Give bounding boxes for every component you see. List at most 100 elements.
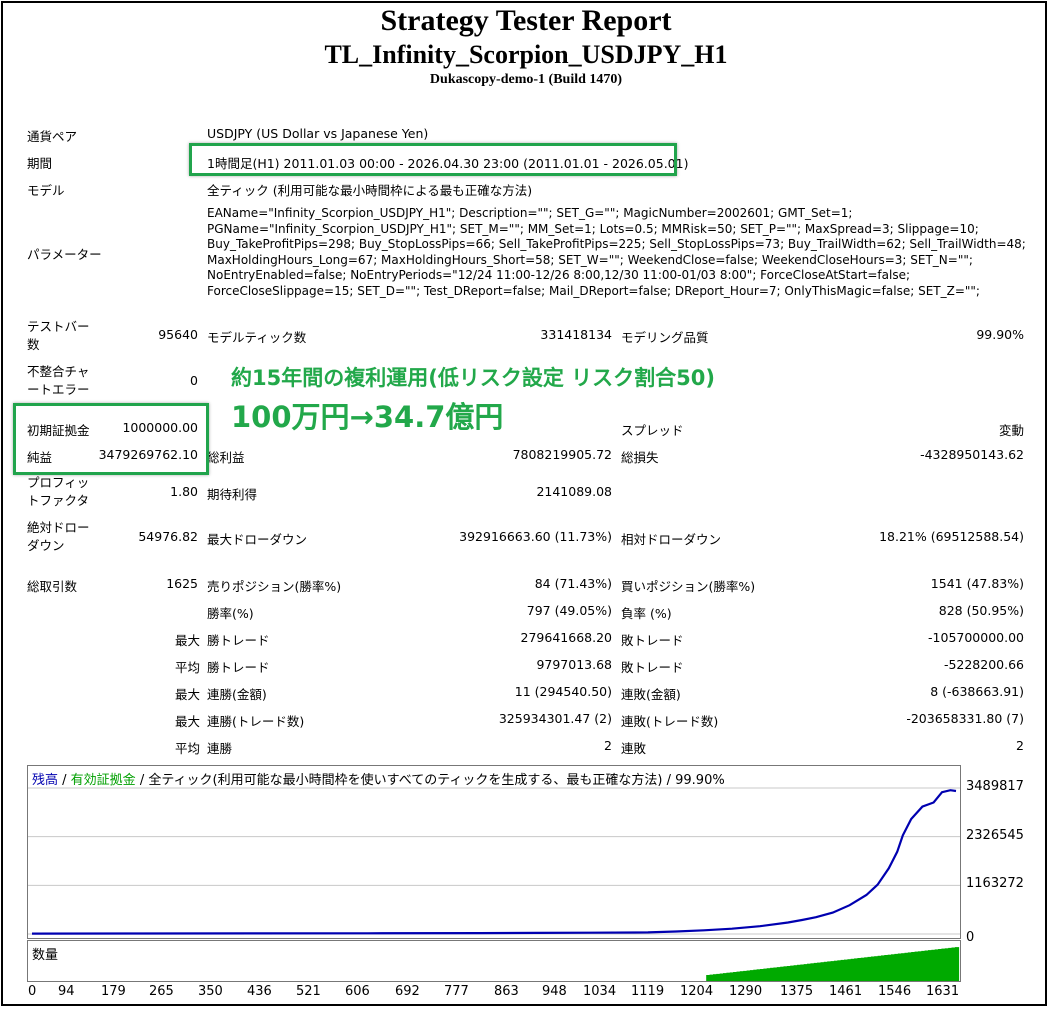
trades-value: 1625 bbox=[166, 576, 198, 591]
x-tick-label: 350 bbox=[198, 984, 223, 999]
volume-label: 数量 bbox=[32, 948, 59, 963]
y-tick-label: 1163272 bbox=[966, 876, 1024, 892]
max-win-value: 279641668.20 bbox=[520, 630, 612, 645]
volume-chart-svg bbox=[706, 947, 960, 981]
params-line: Buy_TakeProfitPips=298; Buy_StopLossPips… bbox=[207, 237, 1026, 251]
winrate-value: 797 (49.05%) bbox=[526, 603, 612, 618]
ticks-value: 331418134 bbox=[540, 327, 612, 342]
bars-label: テストバー 数 bbox=[27, 319, 90, 352]
max-dd-value: 392916663.60 (11.73%) bbox=[459, 529, 612, 544]
cons-win-amt-value: 11 (294540.50) bbox=[514, 684, 612, 699]
x-tick-label: 436 bbox=[247, 984, 272, 999]
max-loss-label: 敗トレード bbox=[621, 633, 684, 648]
cons-win-cnt-label: 連勝(トレード数) bbox=[207, 714, 305, 729]
x-tick-label: 1375 bbox=[780, 984, 814, 999]
rel-dd-value: 18.21% (69512588.54) bbox=[879, 529, 1024, 544]
quality-value: 99.90% bbox=[976, 327, 1024, 342]
quality-label: モデリング品質 bbox=[621, 330, 709, 345]
bars-value: 95640 bbox=[158, 327, 198, 342]
x-tick-label: 1461 bbox=[829, 984, 863, 999]
balance-chart-svg bbox=[28, 787, 960, 935]
x-tick-label: 692 bbox=[395, 984, 420, 999]
volume-chart: 数量 bbox=[27, 940, 961, 982]
model-label: モデル bbox=[27, 183, 65, 198]
x-tick-label: 606 bbox=[345, 984, 370, 999]
period-label: 期間 bbox=[27, 156, 53, 171]
pf-label: プロフィッ トファクタ bbox=[27, 475, 90, 508]
legend-equity: 有効証拠金 bbox=[70, 773, 136, 788]
long-label: 買いポジション(勝率%) bbox=[621, 579, 756, 594]
max-win-label: 勝トレード bbox=[207, 633, 270, 648]
params-line: EAName="Infinity_Scorpion_USDJPY_H1"; De… bbox=[207, 206, 853, 220]
max-loss-value: -105700000.00 bbox=[928, 630, 1024, 645]
winrate-label: 勝率(%) bbox=[207, 606, 254, 621]
params-line: PGName="Infinity_Scorpion_USDJPY_H1"; SE… bbox=[207, 221, 979, 236]
params-line: ForceCloseSlippage=15; SET_D=""; Test_DR… bbox=[207, 283, 980, 298]
avg-prefix: 平均 bbox=[174, 660, 200, 675]
cons-win-cnt-value: 325934301.47 (2) bbox=[498, 711, 612, 726]
avg-cons-win-label: 連勝 bbox=[207, 741, 233, 756]
capital-highlight-box bbox=[13, 403, 209, 475]
ea-name: TL_Infinity_Scorpion_USDJPY_H1 bbox=[324, 40, 728, 69]
avg-prefix: 平均 bbox=[174, 741, 200, 756]
params-line: MaxHoldingHours_Long=67; MaxHoldingHours… bbox=[207, 252, 973, 267]
legend-description: / 全ティック(利用可能な最小時間枠を使いすべてのティックを生成する、最も正確な… bbox=[135, 773, 725, 788]
abs-dd-label: 絶対ドロー ダウン bbox=[27, 520, 90, 553]
max-prefix: 最大 bbox=[174, 714, 200, 729]
x-tick-label: 1546 bbox=[878, 984, 912, 999]
x-tick-label: 265 bbox=[149, 984, 174, 999]
avg-loss-value: -5228200.66 bbox=[943, 657, 1024, 672]
x-tick-label: 1290 bbox=[729, 984, 763, 999]
lossrate-value: 828 (50.95%) bbox=[938, 603, 1024, 618]
balance-line bbox=[31, 789, 957, 935]
avg-win-label: 勝トレード bbox=[207, 660, 270, 675]
y-tick-label: 0 bbox=[966, 930, 975, 945]
max-prefix: 最大 bbox=[174, 687, 200, 702]
x-tick-label: 521 bbox=[296, 984, 321, 999]
gross-loss-label: 総損失 bbox=[621, 450, 659, 465]
params-line: NoEntryEnabled=false; NoEntryPeriods="12… bbox=[207, 268, 911, 282]
y-tick-label: 3489817 bbox=[966, 779, 1024, 794]
long-value: 1541 (47.83%) bbox=[930, 576, 1024, 591]
avg-loss-label: 敗トレード bbox=[621, 660, 684, 675]
cons-win-amt-label: 連勝(金額) bbox=[207, 687, 267, 702]
period-highlight-box bbox=[189, 143, 677, 176]
cons-loss-amt-value: 8 (-638663.91) bbox=[930, 684, 1024, 699]
avg-cons-win-value: 2 bbox=[604, 738, 612, 753]
x-tick-label: 0 bbox=[28, 984, 37, 999]
params-label: パラメーター bbox=[27, 247, 102, 262]
x-tick-label: 1631 bbox=[926, 984, 960, 999]
spread-value: 変動 bbox=[998, 423, 1024, 438]
pair-label: 通貨ペア bbox=[27, 129, 78, 144]
short-value: 84 (71.43%) bbox=[534, 576, 612, 591]
chart-legend: 残高 / 有効証拠金 / 全ティック(利用可能な最小時間枠を使いすべてのティック… bbox=[32, 769, 725, 788]
pf-value: 1.80 bbox=[170, 484, 198, 499]
avg-win-value: 9797013.68 bbox=[536, 657, 612, 672]
mismatch-label: 不整合チャ ートエラー bbox=[27, 364, 90, 397]
report-title: Strategy Tester Report bbox=[380, 4, 672, 37]
expected-value: 2141089.08 bbox=[536, 484, 612, 499]
balance-chart: 残高 / 有効証拠金 / 全ティック(利用可能な最小時間枠を使いすべてのティック… bbox=[27, 765, 961, 939]
volume-bar bbox=[954, 947, 960, 981]
short-label: 売りポジション(勝率%) bbox=[207, 579, 342, 594]
x-tick-label: 948 bbox=[542, 984, 567, 999]
max-dd-label: 最大ドローダウン bbox=[207, 532, 308, 547]
legend-balance: 残高 bbox=[32, 773, 59, 788]
x-tick-label: 863 bbox=[494, 984, 519, 999]
cons-loss-cnt-label: 連敗(トレード数) bbox=[621, 714, 719, 729]
x-tick-label: 777 bbox=[444, 984, 469, 999]
lossrate-label: 負率 (%) bbox=[621, 606, 672, 621]
avg-cons-loss-value: 2 bbox=[1016, 738, 1024, 753]
gross-loss-value: -4328950143.62 bbox=[920, 447, 1024, 462]
trades-label: 総取引数 bbox=[27, 579, 78, 594]
mismatch-value: 0 bbox=[190, 373, 198, 388]
cons-loss-amt-label: 連敗(金額) bbox=[621, 687, 681, 702]
ticks-label: モデルティック数 bbox=[207, 330, 307, 345]
avg-cons-loss-label: 連敗 bbox=[621, 741, 647, 756]
server-info: Dukascopy-demo-1 (Build 1470) bbox=[429, 72, 623, 87]
overlay-caption: 約15年間の複利運用(低リスク設定 リスク割合50) bbox=[231, 366, 715, 390]
x-tick-label: 179 bbox=[101, 984, 126, 999]
gross-profit-value: 7808219905.72 bbox=[512, 447, 612, 462]
rel-dd-label: 相対ドローダウン bbox=[621, 532, 722, 547]
y-tick-label: 2326545 bbox=[966, 827, 1024, 843]
